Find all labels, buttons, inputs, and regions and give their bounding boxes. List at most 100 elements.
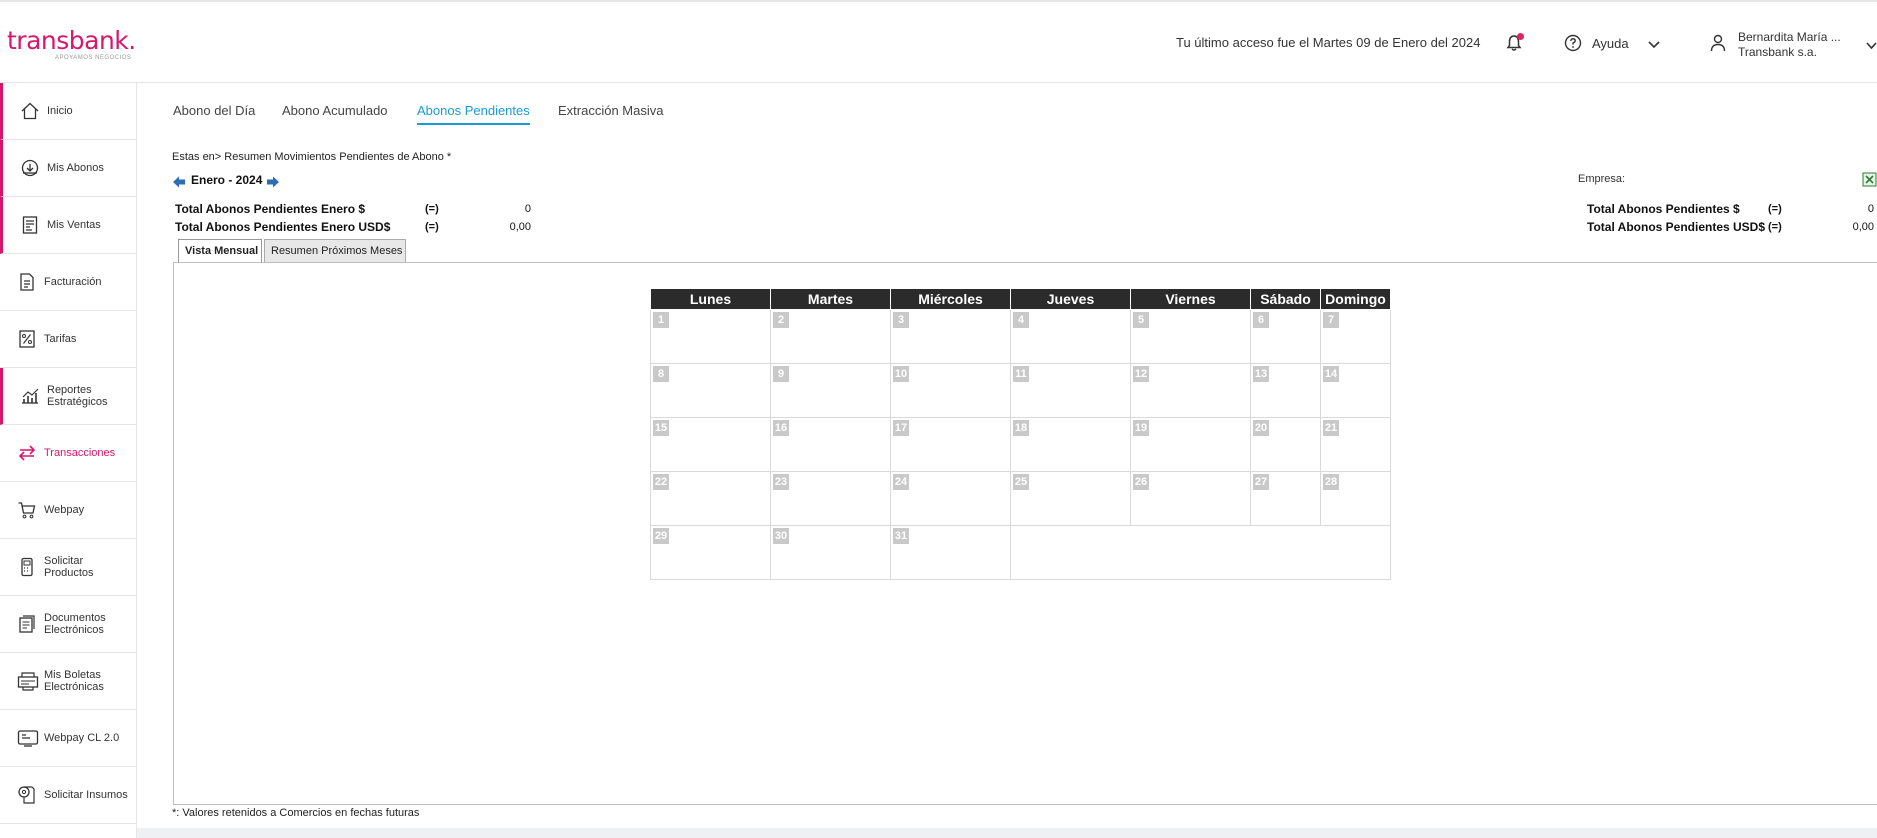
day-number: 26 <box>1133 474 1149 490</box>
sidebar-item-inicio[interactable]: Inicio <box>0 83 137 140</box>
tab-extraccion-masiva[interactable]: Extracción Masiva <box>558 103 663 118</box>
tab-abonos-pendientes[interactable]: Abonos Pendientes <box>417 103 530 125</box>
sidebar-item-tarifas[interactable]: Tarifas <box>0 311 137 368</box>
calendar-day-cell[interactable]: 13 <box>1250 363 1321 418</box>
calendar-day-cell[interactable]: 7 <box>1320 309 1391 364</box>
calendar-day-cell[interactable]: 21 <box>1320 417 1391 472</box>
calendar-day-cell[interactable]: 26 <box>1130 471 1251 526</box>
logo-wordmark: transbank <box>7 26 129 55</box>
day-number: 24 <box>893 474 909 490</box>
calendar-day-cell[interactable]: 17 <box>890 417 1011 472</box>
sidebar-item-webpay-cl[interactable]: Webpay CL 2.0 <box>0 710 137 767</box>
day-number: 10 <box>893 366 909 382</box>
total-value-clp: 0 <box>524 203 531 215</box>
sidebar-item-label: Solicitar Insumos <box>44 789 128 801</box>
day-number: 12 <box>1133 366 1149 382</box>
sidebar-item-label: Mis Ventas <box>47 219 101 231</box>
sales-icon <box>20 215 40 235</box>
calendar-day-cell[interactable]: 6 <box>1250 309 1321 364</box>
sidebar-item-solicitar-productos[interactable]: Solicitar Productos <box>0 539 137 596</box>
notification-badge <box>1517 33 1524 40</box>
weekday-header: Martes <box>770 288 891 310</box>
calendar-day-cell[interactable]: 16 <box>770 417 891 472</box>
sidebar-item-facturacion[interactable]: Facturación <box>0 254 137 311</box>
calendar-day-cell[interactable]: 27 <box>1250 471 1321 526</box>
calendar-day-cell[interactable]: 14 <box>1320 363 1391 418</box>
weekday-header: Miércoles <box>890 288 1011 310</box>
sidebar-item-label: Facturación <box>44 276 102 288</box>
day-number: 6 <box>1253 312 1269 328</box>
weekday-header: Domingo <box>1320 288 1391 310</box>
day-number: 15 <box>653 420 669 436</box>
monthly-calendar: Lunes Martes Miércoles Jueves Viernes Sá… <box>650 288 1391 580</box>
next-month-arrow-icon[interactable] <box>266 175 280 189</box>
calendar-day-cell[interactable]: 24 <box>890 471 1011 526</box>
calendar-day-cell[interactable]: 11 <box>1010 363 1131 418</box>
total-label-usd-right: Total Abonos Pendientes USD$ <box>1587 220 1766 234</box>
deposit-icon <box>20 158 40 178</box>
calendar-day-cell[interactable]: 10 <box>890 363 1011 418</box>
calendar-day-cell[interactable]: 29 <box>650 525 771 580</box>
sidebar-item-solicitar-insumos[interactable]: Solicitar Insumos <box>0 767 137 824</box>
sidebar-item-documentos[interactable]: Documentos Electrónicos <box>0 596 137 653</box>
sidebar-item-boletas[interactable]: Mis Boletas Electrónicas <box>0 653 137 710</box>
calendar-day-cell[interactable]: 9 <box>770 363 891 418</box>
calendar-day-cell[interactable]: 31 <box>890 525 1011 580</box>
user-icon[interactable] <box>1710 34 1726 52</box>
day-number: 29 <box>653 528 669 544</box>
calendar-day-cell[interactable]: 30 <box>770 525 891 580</box>
month-label: Enero - 2024 <box>191 173 263 187</box>
previous-month-arrow-icon[interactable] <box>172 175 186 189</box>
footnote: *: Valores retenidos a Comercios en fech… <box>172 807 420 819</box>
calendar-day-cell[interactable]: 3 <box>890 309 1011 364</box>
total-sign: (=) <box>425 203 439 215</box>
day-number: 27 <box>1253 474 1269 490</box>
calendar-day-cell[interactable]: 22 <box>650 471 771 526</box>
day-number: 4 <box>1013 312 1029 328</box>
calendar-day-cell[interactable]: 8 <box>650 363 771 418</box>
sidebar-item-reportes[interactable]: Reportes Estratégicos <box>0 368 137 425</box>
tab-abono-del-dia[interactable]: Abono del Día <box>173 103 255 118</box>
sidebar-item-webpay[interactable]: Webpay <box>0 482 137 539</box>
calendar-day-cell[interactable]: 15 <box>650 417 771 472</box>
calendar-day-cell[interactable]: 5 <box>1130 309 1251 364</box>
sidebar-item-mis-abonos[interactable]: Mis Abonos <box>0 140 137 197</box>
notifications-bell-icon[interactable] <box>1505 33 1524 52</box>
transfer-icon <box>17 443 37 463</box>
day-number: 13 <box>1253 366 1269 382</box>
chevron-down-icon[interactable] <box>1648 37 1660 49</box>
sidebar-item-label: Solicitar Productos <box>44 555 94 579</box>
calendar-day-cell[interactable]: 2 <box>770 309 891 364</box>
calendar-day-cell[interactable]: 20 <box>1250 417 1321 472</box>
calendar-day-cell[interactable]: 28 <box>1320 471 1391 526</box>
calendar-day-cell[interactable]: 12 <box>1130 363 1251 418</box>
cart-icon <box>17 500 37 520</box>
transbank-logo[interactable]: transbank. APOYAMOS NEGOCIOS <box>7 26 136 61</box>
calendar-day-cell[interactable]: 4 <box>1010 309 1131 364</box>
sidebar-item-transacciones[interactable]: Transacciones <box>0 425 137 482</box>
total-value-usd: 0,00 <box>509 221 531 233</box>
help-label[interactable]: Ayuda <box>1592 36 1629 51</box>
day-number: 19 <box>1133 420 1149 436</box>
sidebar-item-label: Reportes Estratégicos <box>47 384 108 408</box>
day-number: 21 <box>1323 420 1339 436</box>
calendar-day-cell[interactable]: 1 <box>650 309 771 364</box>
user-menu-chevron-icon[interactable] <box>1866 38 1877 50</box>
calendar-day-cell[interactable]: 19 <box>1130 417 1251 472</box>
subtab-vista-mensual[interactable]: Vista Mensual <box>178 239 262 262</box>
calendar-day-cell[interactable]: 23 <box>770 471 891 526</box>
help-question-icon[interactable] <box>1564 34 1582 52</box>
day-number: 25 <box>1013 474 1029 490</box>
tab-abono-acumulado[interactable]: Abono Acumulado <box>282 103 388 118</box>
calendar-day-cell[interactable]: 18 <box>1010 417 1131 472</box>
calendar-day-cell[interactable]: 25 <box>1010 471 1131 526</box>
subtab-resumen-proximos-meses[interactable]: Resumen Próximos Meses <box>264 239 406 262</box>
sidebar-item-label: Mis Boletas Electrónicas <box>44 669 104 693</box>
excel-export-icon[interactable] <box>1862 172 1877 187</box>
total-label-usd: Total Abonos Pendientes Enero USD$ <box>175 220 391 234</box>
day-number: 2 <box>773 312 789 328</box>
sidebar-item-label: Webpay CL 2.0 <box>44 732 120 744</box>
user-name[interactable]: Bernardita María ... <box>1738 30 1841 44</box>
sidebar-item-mis-ventas[interactable]: Mis Ventas <box>0 197 137 254</box>
logo-tagline: APOYAMOS NEGOCIOS <box>55 55 132 61</box>
